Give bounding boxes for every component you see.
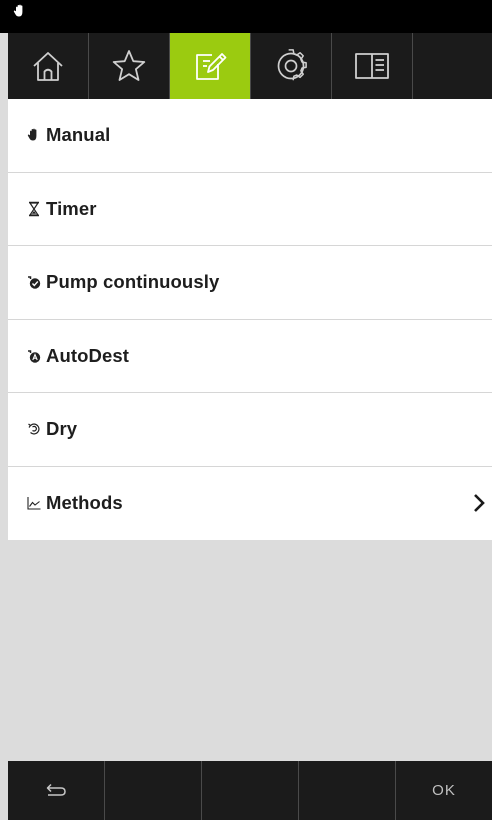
- chevron-right-icon: [472, 493, 486, 513]
- menu-item-autodest[interactable]: AutoDest: [8, 320, 492, 393]
- tab-home[interactable]: [8, 33, 89, 99]
- ok-label: OK: [432, 782, 456, 799]
- menu-item-pump-continuously[interactable]: Pump continuously: [8, 246, 492, 320]
- tab-favorites[interactable]: [89, 33, 170, 99]
- menu-item-methods[interactable]: Methods: [8, 467, 492, 541]
- menu-item-label: AutoDest: [46, 344, 130, 366]
- hand-icon: [13, 4, 27, 18]
- menu-item-label: Manual: [46, 124, 111, 146]
- edit-icon: [196, 53, 227, 80]
- hourglass-icon: [27, 201, 41, 217]
- tab-settings[interactable]: [251, 33, 332, 99]
- tab-edit[interactable]: [170, 33, 251, 99]
- empty-content-area: [8, 540, 492, 761]
- menu-item-label: Methods: [46, 492, 123, 514]
- menu-item-label: Pump continuously: [46, 271, 220, 293]
- bottom-button-bar: OK: [8, 761, 492, 820]
- autodest-icon: [27, 348, 41, 364]
- home-icon: [33, 52, 63, 81]
- soft-button-2[interactable]: [105, 761, 202, 820]
- pump-continuous-icon: [27, 274, 41, 290]
- program-menu: Manual Timer Pump continuously AutoDest …: [8, 99, 492, 540]
- menu-item-manual[interactable]: Manual: [8, 99, 492, 173]
- menu-item-timer[interactable]: Timer: [8, 173, 492, 246]
- chart-line-icon: [27, 495, 41, 511]
- return-arrow-icon: [46, 783, 66, 796]
- dry-icon: [27, 421, 41, 437]
- hand-icon: [27, 127, 41, 143]
- star-icon: [112, 50, 146, 81]
- menu-item-label: Timer: [46, 197, 97, 219]
- tab-manual[interactable]: [332, 33, 413, 99]
- soft-button-3[interactable]: [202, 761, 299, 820]
- ok-button[interactable]: OK: [396, 761, 492, 820]
- menu-item-dry[interactable]: Dry: [8, 393, 492, 467]
- book-icon: [355, 53, 389, 79]
- back-button[interactable]: [8, 761, 105, 820]
- main-tab-bar: [8, 33, 492, 99]
- gear-icon: [277, 49, 307, 81]
- soft-button-4[interactable]: [299, 761, 396, 820]
- status-bar: [0, 0, 492, 33]
- tab-empty: [413, 33, 492, 99]
- menu-item-label: Dry: [46, 418, 78, 440]
